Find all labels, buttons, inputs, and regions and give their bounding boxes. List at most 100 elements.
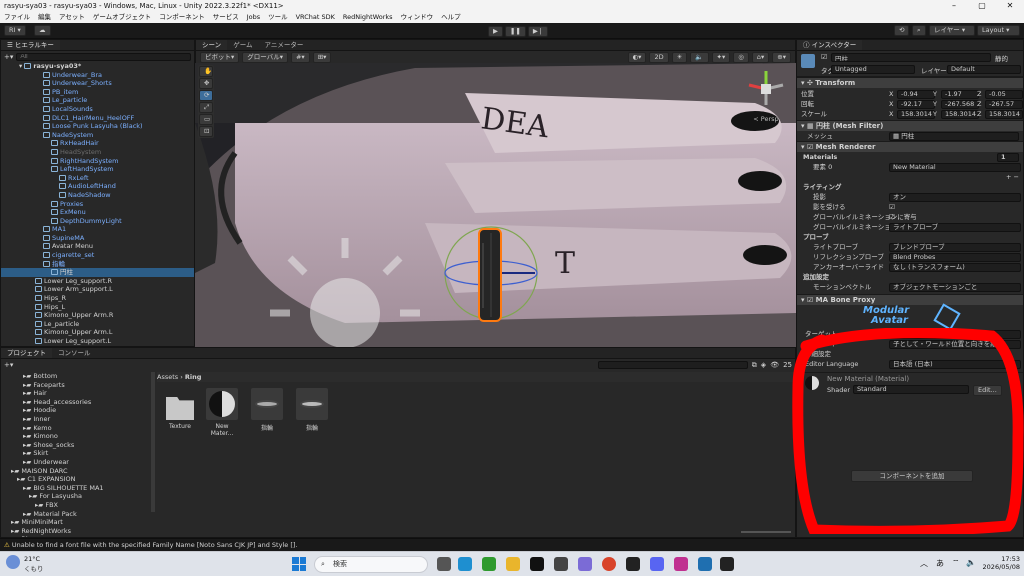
add-material-icon[interactable]: + −	[1006, 173, 1019, 181]
hierarchy-root[interactable]: ▾ rasyu-sya03*	[1, 62, 194, 71]
app-icon[interactable]	[698, 557, 712, 571]
account-button[interactable]: RI ▾	[4, 25, 26, 36]
snap-increment-icon[interactable]: ⊞▾	[312, 52, 332, 63]
folder-item[interactable]: ▸▰ Skirt	[1, 449, 151, 458]
hierarchy-item[interactable]: PB_item	[1, 88, 194, 97]
folder-item[interactable]: ▸▰ Shose_socks	[1, 441, 151, 450]
hierarchy-item[interactable]: RxLeft	[1, 174, 194, 183]
tree-scrollbar[interactable]	[151, 372, 155, 512]
tab-animator[interactable]: アニメーター	[259, 40, 310, 50]
contribute-gi-checkbox[interactable]: ☑	[889, 212, 895, 222]
menu-item[interactable]: ファイル	[4, 12, 30, 23]
shading-mode-icon[interactable]: ◐▾	[627, 52, 647, 63]
scene-viewport[interactable]: DEA T ✋ ✥ ⟳ ⤢ ▭ ⊡ < Persp	[195, 63, 796, 347]
hierarchy-item[interactable]: RxHeadHair	[1, 139, 194, 148]
app-icon[interactable]	[578, 557, 592, 571]
cast-shadows-value[interactable]: オン	[889, 193, 1021, 202]
close-icon[interactable]: ✕	[996, 0, 1024, 12]
menu-item[interactable]: ゲームオブジェクト	[93, 12, 151, 23]
unity-icon[interactable]	[720, 557, 734, 571]
cloud-icon[interactable]: ☁	[34, 25, 51, 36]
windows-start-icon[interactable]	[292, 557, 306, 571]
volume-icon[interactable]: 🔈	[966, 558, 976, 567]
mode-2d-button[interactable]: 2D	[649, 52, 669, 63]
transform-rotation-y-field[interactable]: -267.568	[941, 100, 979, 109]
hierarchy-item[interactable]: cigarette_set	[1, 251, 194, 260]
folder-item[interactable]: ▸▰ Hoodie	[1, 406, 151, 415]
search-icon[interactable]: ⌕	[912, 25, 926, 36]
tag-dropdown[interactable]: Untagged	[831, 65, 915, 74]
rotate-tool-icon[interactable]: ⟳	[199, 90, 213, 101]
hierarchy-item[interactable]: Le_particle	[1, 96, 194, 105]
pivot-dropdown[interactable]: ピボット▾	[200, 52, 240, 63]
grid-snap-icon[interactable]: #▾	[290, 52, 310, 63]
motion-vectors-value[interactable]: オブジェクトモーションごと	[889, 283, 1021, 292]
explorer-icon[interactable]	[506, 557, 520, 571]
xbox-icon[interactable]	[482, 557, 496, 571]
label-icon[interactable]: ◈	[761, 361, 766, 369]
menu-item[interactable]: RedNightWorks	[343, 12, 393, 23]
hierarchy-item[interactable]: Kimono_Upper Arm.R	[1, 311, 194, 320]
folder-item[interactable]: ▸▰ RedNightWorks	[1, 527, 151, 536]
global-dropdown[interactable]: グローバル▾	[242, 52, 288, 63]
hierarchy-item[interactable]: LocalSounds	[1, 105, 194, 114]
hierarchy-item[interactable]: Proxies	[1, 200, 194, 209]
folder-item[interactable]: ▸▰ Faceparts	[1, 381, 151, 390]
light-probes-value[interactable]: ブレンドプローブ	[889, 243, 1021, 252]
asset-item[interactable]: New Mater...	[204, 388, 240, 437]
asset-item[interactable]: Texture	[165, 388, 195, 437]
folder-item[interactable]: ▸▰ Inner	[1, 415, 151, 424]
menu-item[interactable]: VRChat SDK	[296, 12, 335, 23]
discord-icon[interactable]	[650, 557, 664, 571]
transform-rotation-z-field[interactable]: -267.57	[985, 100, 1023, 109]
add-icon[interactable]: +▾	[4, 53, 13, 61]
hierarchy-item[interactable]: DepthDummyLight	[1, 217, 194, 226]
hierarchy-item[interactable]: SupineMA	[1, 234, 194, 243]
ime-indicator[interactable]: あ	[936, 558, 944, 569]
maximize-icon[interactable]: ▢	[968, 0, 996, 12]
receive-gi-value[interactable]: ライトプローブ	[889, 223, 1021, 232]
hierarchy-item[interactable]: Lower Arm_support.L	[1, 285, 194, 294]
lighting-toggle-icon[interactable]: ☀	[671, 52, 688, 63]
hierarchy-item[interactable]: Avatar Menu	[1, 242, 194, 251]
folder-item[interactable]: ▸▰ MiniMiniMart	[1, 518, 151, 527]
hierarchy-item[interactable]: Loose Punk Lasyuha (Black)	[1, 122, 194, 131]
hierarchy-item[interactable]: Le_particle	[1, 320, 194, 329]
task-view-icon[interactable]	[437, 557, 451, 571]
transform-position-z-field[interactable]: -0.05	[985, 90, 1023, 99]
active-checkbox[interactable]: ☑	[821, 53, 827, 61]
menu-item[interactable]: Jobs	[247, 12, 260, 23]
folder-item[interactable]: ▸▰ Material Pack	[1, 510, 151, 519]
hierarchy-item[interactable]: ExMenu	[1, 208, 194, 217]
status-message[interactable]: Unable to find a font file with the spec…	[12, 541, 298, 549]
folder-item[interactable]: ▸▰ C1 EXPANSION	[1, 475, 151, 484]
audio-toggle-icon[interactable]: 🔈	[690, 52, 709, 63]
folder-item[interactable]: ▸▰ Hair	[1, 389, 151, 398]
transform-scale-y-field[interactable]: 158.3014	[941, 110, 979, 119]
clock[interactable]: 17:53 2026/05/08	[982, 555, 1020, 571]
folder-item[interactable]: ▸▰ FBX	[1, 501, 151, 510]
effects-icon[interactable]: ✦▾	[711, 52, 731, 63]
icon-size-slider[interactable]	[741, 531, 791, 533]
transform-position-x-field[interactable]: -0.94	[897, 90, 935, 99]
hierarchy-item[interactable]: LeftHandSystem	[1, 165, 194, 174]
menu-item[interactable]: アセット	[59, 12, 85, 23]
menu-item[interactable]: ウィンドウ	[401, 12, 434, 23]
folder-item[interactable]: ▸▰ Ring	[1, 535, 151, 537]
edge-icon[interactable]	[458, 557, 472, 571]
hierarchy-item[interactable]: DLC1_HairMenu_HeelOFF	[1, 114, 194, 123]
transform-rotation-x-field[interactable]: -92.17	[897, 100, 935, 109]
material-element-value[interactable]: New Material	[889, 163, 1021, 172]
hierarchy-item[interactable]: 指輪	[1, 260, 194, 269]
hierarchy-item[interactable]: AudioLeftHand	[1, 182, 194, 191]
minimize-icon[interactable]: –	[940, 0, 968, 12]
menu-item[interactable]: ツール	[268, 12, 288, 23]
breadcrumb-ring[interactable]: Ring	[185, 373, 202, 381]
anchor-override-value[interactable]: なし (トランスフォーム)	[889, 263, 1021, 272]
tab-scene-view[interactable]: シーン	[196, 40, 228, 50]
tray-chevron-icon[interactable]: ︿	[920, 558, 928, 569]
tab-project[interactable]: プロジェクト	[1, 348, 52, 358]
camera-icon[interactable]: ⌂▾	[751, 52, 770, 63]
folder-item[interactable]: ▸▰ Underwear	[1, 458, 151, 467]
menu-item[interactable]: コンポーネント	[159, 12, 205, 23]
